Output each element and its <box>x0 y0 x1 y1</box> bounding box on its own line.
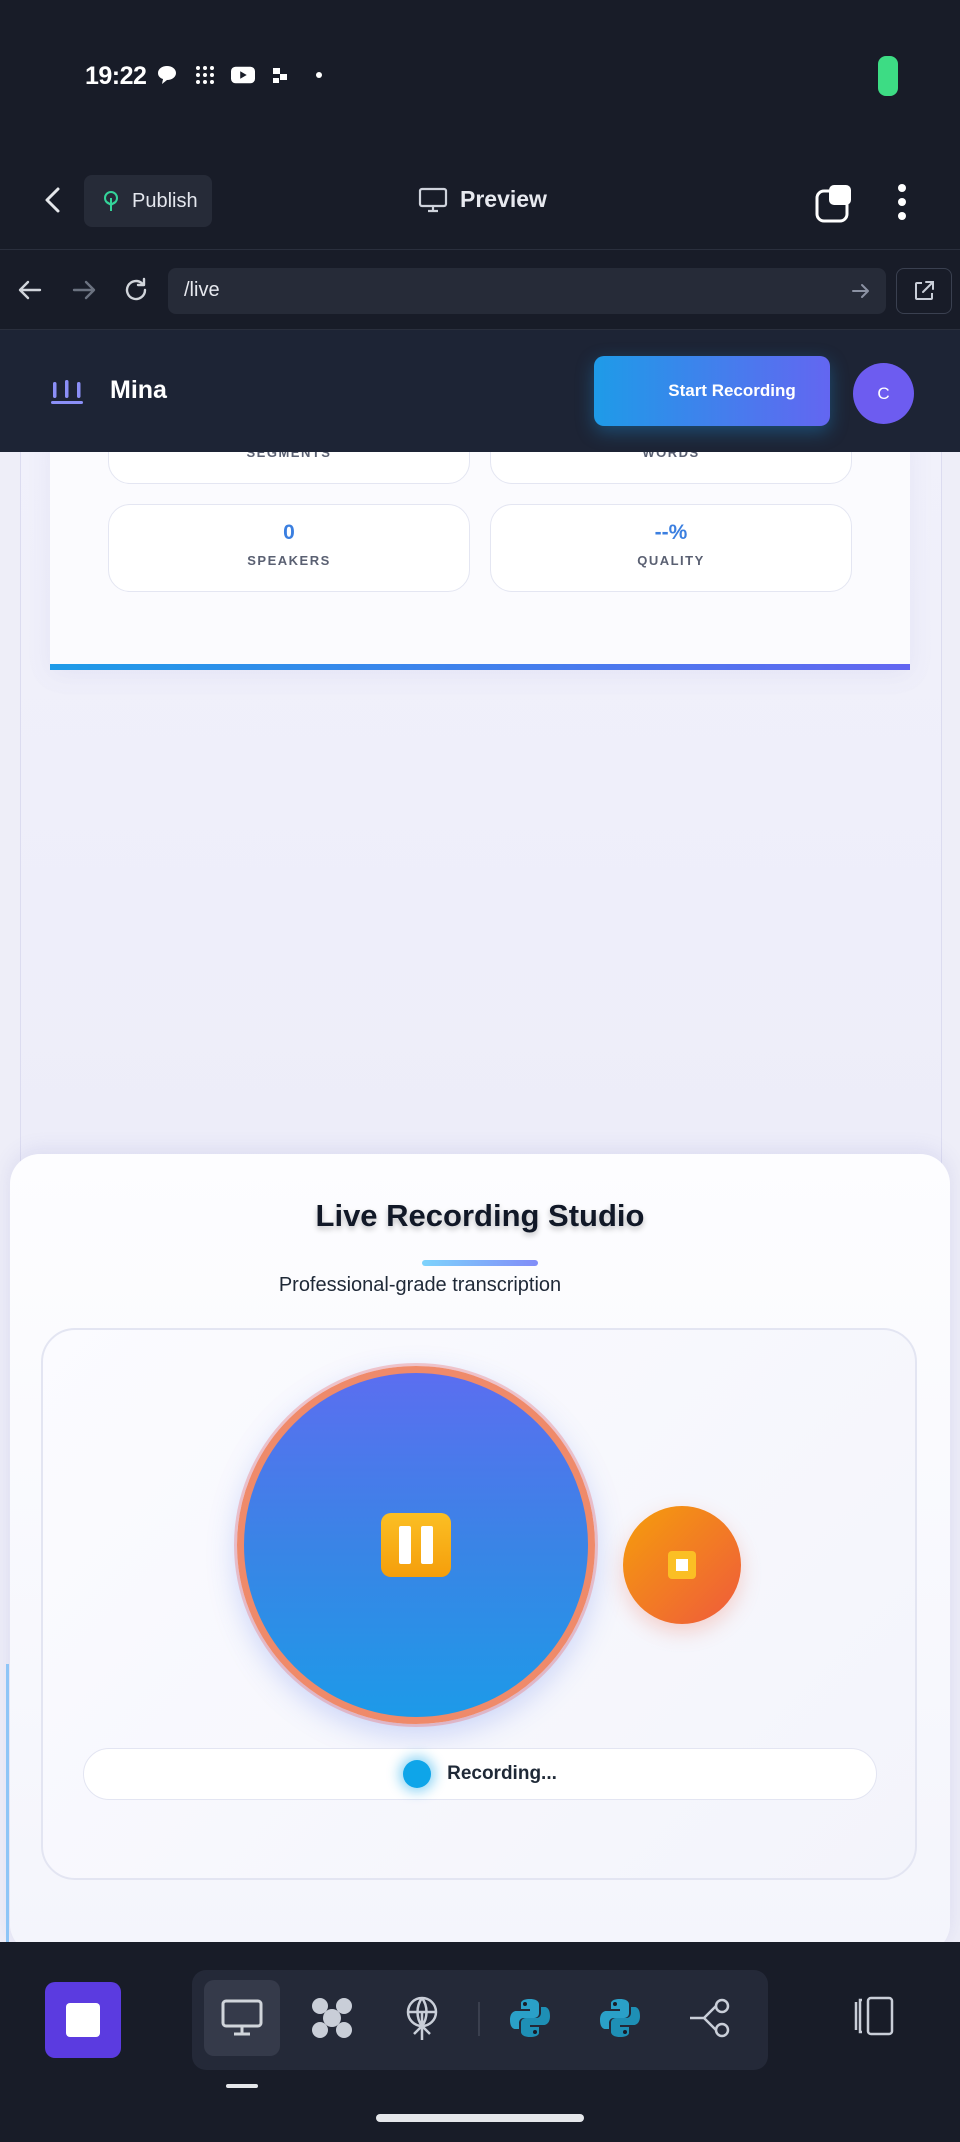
stats-card: 0 SEGMENTS 0 WORDS 0 SPEAKERS --% QUALIT… <box>50 396 910 666</box>
tabs-icon <box>815 185 851 223</box>
web-content: Mina Start Recording C 0 SEGMENTS 0 WORD… <box>0 330 960 1942</box>
publish-button[interactable]: Publish <box>84 175 212 227</box>
stat-quality: --% QUALITY <box>490 504 852 592</box>
studio-subtitle: Professional-grade transcription <box>278 1274 562 1296</box>
brand-name: Mina <box>110 376 167 404</box>
dock-panel-toggle[interactable] <box>848 1994 898 2044</box>
youtube-icon <box>231 64 255 86</box>
stop-square-icon <box>66 2003 100 2037</box>
stat-speakers: 0 SPEAKERS <box>108 504 470 592</box>
browser-back-button[interactable] <box>16 276 44 304</box>
stat-label: QUALITY <box>637 553 705 568</box>
go-arrow-icon[interactable] <box>850 280 872 302</box>
reload-icon <box>125 277 147 301</box>
studio-title: Live Recording Studio <box>315 1198 645 1233</box>
dock-toolbar <box>192 1970 768 2070</box>
python-icon <box>510 1999 550 2037</box>
stat-value: --% <box>654 521 688 544</box>
bubbles-icon <box>312 1998 352 2038</box>
url-input[interactable]: /live <box>168 268 886 314</box>
recording-studio-panel: Live Recording Studio Professional-grade… <box>10 1154 950 1942</box>
start-recording-label: Start Recording <box>668 381 796 400</box>
publish-label: Publish <box>132 189 198 212</box>
monitor-icon <box>221 1999 263 2036</box>
status-time: 19:22 <box>85 62 147 90</box>
more-vertical-icon <box>898 184 906 220</box>
arrow-left-icon <box>18 280 42 300</box>
browser-reload-button[interactable] <box>122 276 150 304</box>
recording-dot-icon <box>403 1760 432 1788</box>
pause-recording-button[interactable] <box>237 1366 595 1724</box>
bottom-dock <box>0 1942 960 2142</box>
side-panel-icon <box>854 1996 894 2036</box>
stop-app-button[interactable] <box>45 1982 121 2058</box>
site-navbar: Mina Start Recording C <box>0 330 960 452</box>
battery-indicator <box>878 56 898 96</box>
app-header: Publish Preview <box>0 150 960 250</box>
dot-icon <box>307 64 331 86</box>
recording-status-text: Recording... <box>447 1763 557 1784</box>
stat-value: 0 <box>283 521 295 544</box>
browser-forward-button[interactable] <box>70 276 98 304</box>
stat-label: SPEAKERS <box>247 553 331 568</box>
tabs-button[interactable] <box>815 183 855 223</box>
title-underline <box>422 1260 538 1266</box>
preview-toggle[interactable]: Preview <box>418 186 547 213</box>
waveform-logo-icon <box>50 376 84 406</box>
stats-accent-bar <box>50 664 910 670</box>
browser-url-bar: /live <box>0 250 960 330</box>
stop-icon <box>668 1551 696 1579</box>
dock-python-button-1[interactable] <box>492 1980 568 2056</box>
dock-preview-button[interactable] <box>204 1980 280 2056</box>
preview-label: Preview <box>460 186 547 212</box>
monitor-icon <box>418 187 448 212</box>
share-nodes-icon <box>690 1998 730 2038</box>
publish-tree-icon <box>104 191 118 211</box>
dock-share-button[interactable] <box>672 1980 748 2056</box>
blocks-icon <box>269 64 293 86</box>
scroll-indicator <box>6 1664 9 1942</box>
dock-python-button-2[interactable] <box>582 1980 658 2056</box>
antenna-icon <box>406 1996 438 2040</box>
chat-bubble-icon <box>155 64 179 86</box>
dock-deploy-button[interactable] <box>384 1980 460 2056</box>
chevron-left-icon <box>45 187 60 213</box>
external-link-icon <box>915 281 934 300</box>
stop-recording-button[interactable] <box>623 1506 741 1624</box>
dock-assets-button[interactable] <box>294 1980 370 2056</box>
back-button[interactable] <box>38 184 70 216</box>
start-recording-button[interactable]: Start Recording <box>594 356 830 426</box>
python-icon <box>600 1999 640 2037</box>
recording-status: Recording... <box>83 1748 877 1800</box>
dotted-grid-icon <box>193 64 217 86</box>
url-text: /live <box>184 279 220 301</box>
open-external-button[interactable] <box>896 268 952 314</box>
avatar[interactable]: C <box>853 363 914 424</box>
pause-icon <box>381 1513 451 1577</box>
more-options-button[interactable] <box>892 180 912 224</box>
active-tab-indicator <box>226 2084 258 2088</box>
dock-separator <box>478 2002 480 2036</box>
status-bar: 19:22 <box>0 0 960 150</box>
home-indicator[interactable] <box>376 2114 584 2122</box>
recording-controls-card: Recording... <box>41 1328 917 1880</box>
arrow-right-icon <box>72 280 96 300</box>
